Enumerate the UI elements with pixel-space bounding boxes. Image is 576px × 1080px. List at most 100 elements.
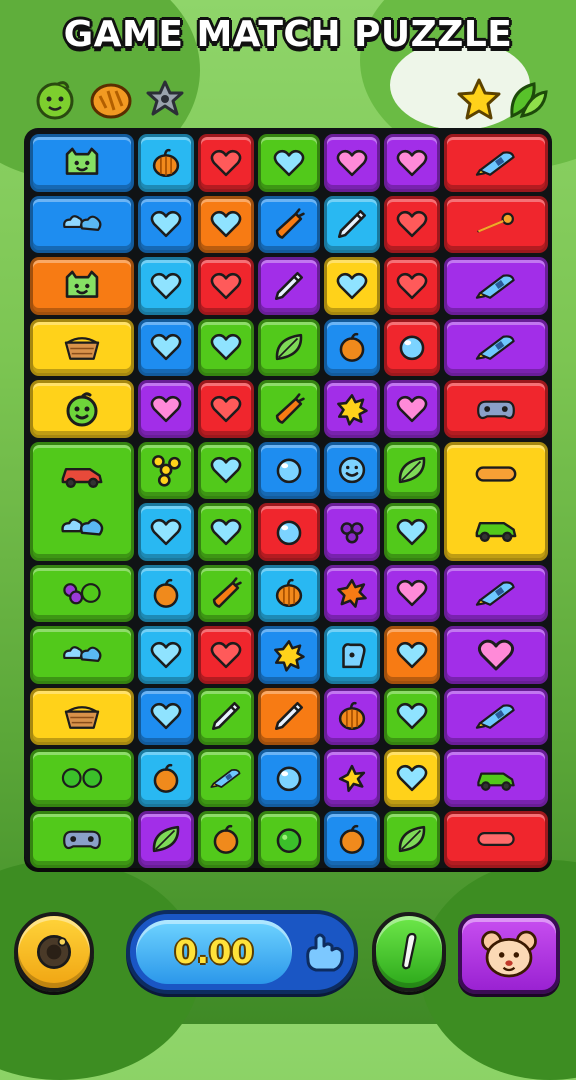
board-tile[interactable] <box>324 810 380 868</box>
board-tile[interactable] <box>138 687 194 745</box>
board-tile[interactable] <box>30 810 134 868</box>
orb-icon <box>272 453 306 487</box>
board-tile[interactable] <box>384 441 440 499</box>
board-tile[interactable] <box>444 626 548 684</box>
board-tile[interactable] <box>258 195 320 253</box>
board-tile[interactable] <box>198 195 254 253</box>
board-tile[interactable] <box>258 749 320 807</box>
lime-face-icon <box>60 389 104 429</box>
board-tile[interactable] <box>198 749 254 807</box>
board-tile[interactable] <box>198 626 254 684</box>
hand-icon[interactable] <box>298 926 350 978</box>
board-tile[interactable] <box>30 564 134 622</box>
board-tile[interactable] <box>138 810 194 868</box>
leaves-icon[interactable] <box>504 76 550 122</box>
board-tile[interactable] <box>258 687 320 745</box>
board-tile[interactable] <box>138 134 194 192</box>
board-tile[interactable] <box>258 503 320 561</box>
board-tile[interactable] <box>138 318 194 376</box>
board-tile[interactable] <box>198 810 254 868</box>
board-tile[interactable] <box>138 564 194 622</box>
speaker-button[interactable] <box>14 912 94 992</box>
board-tile[interactable] <box>198 134 254 192</box>
board-tile[interactable] <box>444 564 548 622</box>
board-tile[interactable] <box>258 564 320 622</box>
smiley-icon <box>335 453 369 487</box>
board-tile[interactable] <box>30 749 134 807</box>
board-tile-large[interactable] <box>444 441 548 561</box>
board-tile[interactable] <box>258 626 320 684</box>
heart-icon <box>395 576 429 610</box>
heart-icon <box>395 761 429 795</box>
lime-icon[interactable] <box>32 76 78 122</box>
board-tile[interactable] <box>384 134 440 192</box>
board-tile[interactable] <box>384 749 440 807</box>
board-tile[interactable] <box>258 810 320 868</box>
board-tile[interactable] <box>258 318 320 376</box>
board-tile[interactable] <box>384 257 440 315</box>
board-tile[interactable] <box>324 318 380 376</box>
board-tile[interactable] <box>324 564 380 622</box>
board-tile[interactable] <box>198 380 254 438</box>
board-tile[interactable] <box>258 380 320 438</box>
board-tile[interactable] <box>384 318 440 376</box>
heart-icon <box>335 146 369 180</box>
bear-button[interactable] <box>458 914 560 994</box>
board-tile[interactable] <box>30 687 134 745</box>
board-tile[interactable] <box>30 257 134 315</box>
board-tile[interactable] <box>138 380 194 438</box>
board-tile[interactable] <box>444 318 548 376</box>
heart-icon <box>209 392 243 426</box>
board-tile[interactable] <box>198 318 254 376</box>
board-tile[interactable] <box>444 749 548 807</box>
board-tile[interactable] <box>324 134 380 192</box>
board-tile[interactable] <box>324 687 380 745</box>
board-tile[interactable] <box>30 626 134 684</box>
heart-icon <box>149 269 183 303</box>
board-tile[interactable] <box>324 195 380 253</box>
board-tile[interactable] <box>138 195 194 253</box>
board-tile[interactable] <box>324 257 380 315</box>
star-icon[interactable] <box>456 76 502 122</box>
board-tile[interactable] <box>138 503 194 561</box>
board-tile[interactable] <box>384 195 440 253</box>
board-tile[interactable] <box>30 318 134 376</box>
board-tile[interactable] <box>198 503 254 561</box>
board-tile[interactable] <box>444 810 548 868</box>
board-tile[interactable] <box>384 626 440 684</box>
board-tile[interactable] <box>324 503 380 561</box>
board-tile[interactable] <box>444 380 548 438</box>
board-tile[interactable] <box>324 380 380 438</box>
board-tile[interactable] <box>444 195 548 253</box>
board-tile[interactable] <box>384 380 440 438</box>
board-tile[interactable] <box>324 441 380 499</box>
board-tile[interactable] <box>30 195 134 253</box>
orange-bun-icon[interactable] <box>88 76 134 122</box>
board-tile[interactable] <box>198 564 254 622</box>
board-tile[interactable] <box>384 564 440 622</box>
board-tile[interactable] <box>444 134 548 192</box>
board-tile[interactable] <box>324 749 380 807</box>
board-tile[interactable] <box>138 257 194 315</box>
board-tile[interactable] <box>30 380 134 438</box>
board-tile[interactable] <box>138 626 194 684</box>
board-tile[interactable] <box>444 687 548 745</box>
board-tile[interactable] <box>138 749 194 807</box>
board-tile[interactable] <box>258 257 320 315</box>
board-tile[interactable] <box>30 134 134 192</box>
board-tile[interactable] <box>258 441 320 499</box>
board-tile[interactable] <box>444 257 548 315</box>
board-tile[interactable] <box>198 257 254 315</box>
pencil-button[interactable] <box>372 912 446 992</box>
board-tile[interactable] <box>198 687 254 745</box>
board-tile[interactable] <box>198 441 254 499</box>
board-tile[interactable] <box>138 441 194 499</box>
basket-icon <box>60 327 104 367</box>
flower-icon[interactable] <box>142 76 188 122</box>
board-tile[interactable] <box>384 687 440 745</box>
board-tile[interactable] <box>324 626 380 684</box>
board-tile[interactable] <box>384 810 440 868</box>
board-tile-large[interactable] <box>30 441 134 561</box>
board-tile[interactable] <box>258 134 320 192</box>
board-tile[interactable] <box>384 503 440 561</box>
